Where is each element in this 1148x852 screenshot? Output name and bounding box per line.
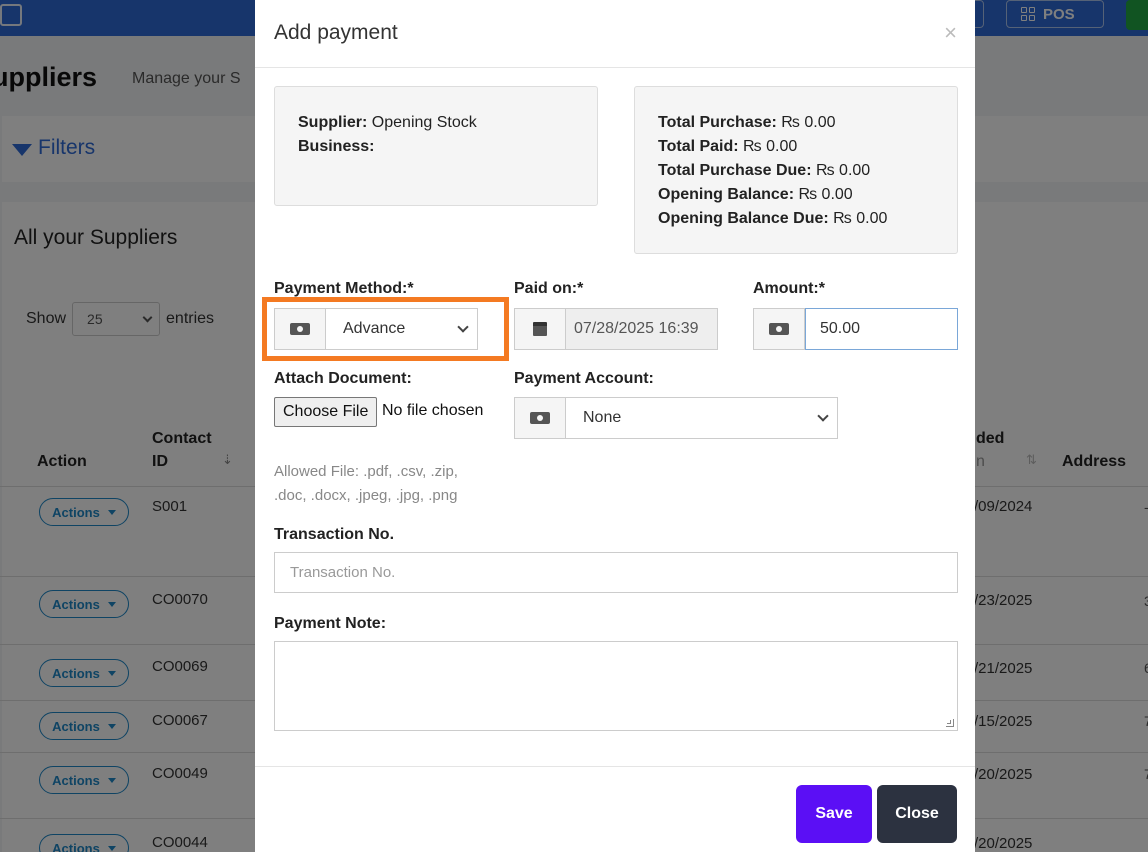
calendar-icon	[533, 322, 547, 336]
transaction-no-input[interactable]: Transaction No.	[274, 552, 958, 593]
total-paid-label: Total Paid:	[658, 138, 739, 155]
choose-file-button[interactable]: Choose File	[274, 397, 378, 427]
help-line: Allowed File: .pdf, .csv, .zip,	[274, 463, 458, 480]
supplier-label: Supplier:	[298, 114, 368, 131]
total-purchase-due-value: ₨ 0.00	[815, 162, 871, 179]
footer-divider	[255, 766, 975, 767]
allowed-files-help: Allowed File: .pdf, .csv, .zip, .doc, .d…	[274, 460, 504, 508]
total-purchase-line: Total Purchase: ₨ 0.00	[658, 111, 957, 135]
opening-balance-line: Opening Balance: ₨ 0.00	[658, 183, 957, 207]
supplier-line: Supplier: Opening Stock	[298, 111, 597, 135]
opening-balance-value: ₨ 0.00	[798, 186, 853, 203]
payment-note-label: Payment Note:	[274, 615, 387, 632]
opening-balance-label: Opening Balance:	[658, 186, 795, 203]
transaction-no-label: Transaction No.	[274, 526, 395, 543]
opening-balance-due-label: Opening Balance Due:	[658, 210, 829, 227]
payment-account-select[interactable]: None	[566, 397, 838, 439]
total-purchase-value: ₨ 0.00	[781, 114, 836, 131]
total-paid-line: Total Paid: ₨ 0.00	[658, 135, 957, 159]
payment-account-value: None	[583, 409, 622, 426]
close-button[interactable]: Close	[877, 785, 957, 843]
chevron-down-icon	[817, 410, 829, 422]
total-purchase-due-line: Total Purchase Due: ₨ 0.00	[658, 159, 957, 183]
attach-document-label: Attach Document:	[274, 370, 412, 387]
total-purchase-label: Total Purchase:	[658, 114, 777, 131]
opening-balance-due-value: ₨ 0.00	[833, 210, 888, 227]
payment-method-highlight	[262, 297, 509, 361]
payment-account-label: Payment Account:	[514, 370, 654, 387]
help-line: .doc, .docx, .jpeg, .jpg, .png	[274, 487, 458, 504]
total-purchase-due-label: Total Purchase Due:	[658, 162, 812, 179]
supplier-value: Opening Stock	[371, 114, 477, 131]
addon	[514, 308, 566, 350]
resize-handle-icon[interactable]	[946, 719, 954, 727]
amount-group: 50.00	[753, 308, 958, 350]
total-paid-value: ₨ 0.00	[743, 138, 798, 155]
modal-title: Add payment	[274, 21, 398, 44]
business-line: Business:	[298, 135, 597, 159]
amount-input[interactable]: 50.00	[805, 308, 958, 350]
add-payment-modal: Add payment × Supplier: Opening Stock Bu…	[255, 0, 975, 852]
modal-header: Add payment ×	[255, 0, 975, 68]
payment-method-label: Payment Method:*	[274, 280, 414, 297]
amount-value: 50.00	[820, 320, 861, 337]
money-icon	[769, 323, 789, 335]
addon	[514, 397, 566, 439]
payment-account-group: None	[514, 397, 838, 439]
file-status: No file chosen	[382, 402, 484, 419]
paid-on-value: 07/28/2025 16:39	[574, 320, 699, 337]
paid-on-group: 07/28/2025 16:39	[514, 308, 718, 350]
save-button[interactable]: Save	[796, 785, 872, 843]
business-label: Business:	[298, 138, 375, 155]
totals-info-box: Total Purchase: ₨ 0.00 Total Paid: ₨ 0.0…	[634, 86, 958, 254]
paid-on-input[interactable]: 07/28/2025 16:39	[566, 308, 718, 350]
addon	[753, 308, 805, 350]
close-icon[interactable]: ×	[944, 20, 957, 46]
money-icon	[530, 412, 550, 424]
paid-on-label: Paid on:*	[514, 280, 584, 297]
payment-note-textarea[interactable]	[274, 641, 958, 731]
opening-balance-due-line: Opening Balance Due: ₨ 0.00	[658, 207, 957, 231]
supplier-info-box: Supplier: Opening Stock Business:	[274, 86, 598, 206]
amount-label: Amount:*	[753, 280, 825, 297]
transaction-no-placeholder: Transaction No.	[290, 564, 396, 581]
